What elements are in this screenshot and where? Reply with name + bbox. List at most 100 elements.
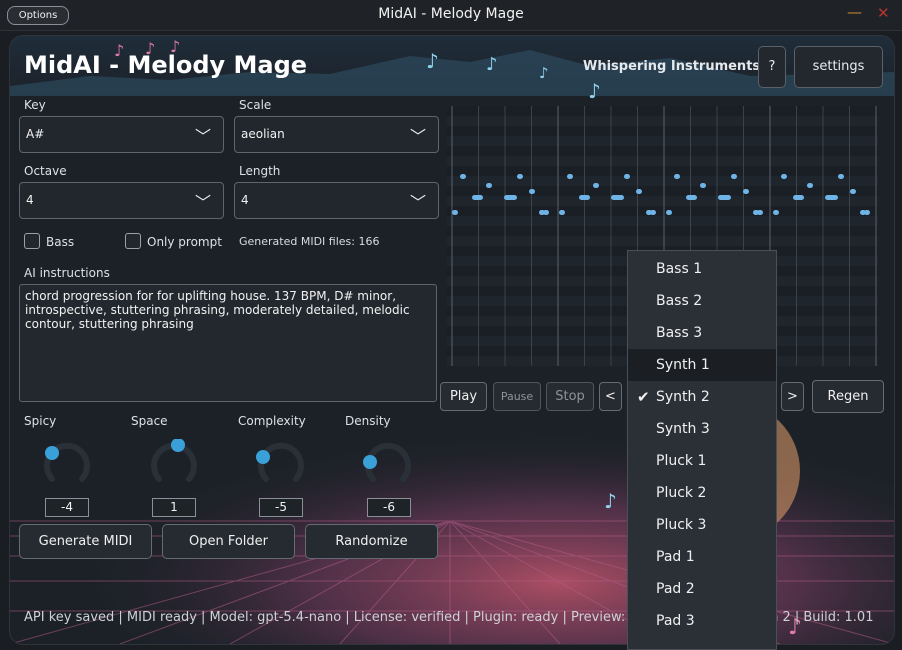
instrument-option[interactable]: Pad 1: [628, 541, 776, 573]
midi-note: [850, 189, 856, 194]
instrument-option-label: Bass 2: [656, 293, 703, 309]
stop-button[interactable]: Stop: [546, 382, 594, 411]
close-icon[interactable]: ✕: [877, 4, 890, 22]
density-value[interactable]: -6: [367, 498, 411, 517]
status-bar-right: th 2 | Build: 1.01: [765, 610, 873, 625]
midi-note: [472, 195, 483, 200]
svg-text:♪: ♪: [486, 54, 498, 75]
complexity-label: Complexity: [238, 414, 306, 428]
key-value: A#: [26, 127, 45, 141]
midi-note: [650, 210, 656, 215]
midi-note: [529, 189, 535, 194]
settings-button[interactable]: settings: [794, 46, 883, 88]
instrument-option[interactable]: Pluck 1: [628, 445, 776, 477]
midi-note: [773, 210, 779, 215]
spicy-value[interactable]: -4: [45, 498, 89, 517]
generate-midi-button[interactable]: Generate MIDI: [19, 524, 152, 559]
piano-roll-row: [447, 146, 878, 156]
key-label: Key: [24, 98, 46, 112]
svg-text:♪: ♪: [604, 489, 617, 513]
midi-note: [559, 210, 565, 215]
instrument-option[interactable]: Bass 2: [628, 285, 776, 317]
instrument-option-label: Pluck 1: [656, 453, 707, 469]
midi-note: [781, 174, 787, 179]
midi-note: [636, 189, 642, 194]
bass-checkbox-label: Bass: [46, 235, 75, 249]
midi-note: [543, 210, 549, 215]
key-select[interactable]: A# ﹀: [19, 116, 224, 153]
scale-label: Scale: [239, 98, 272, 112]
instrument-option[interactable]: Bass 1: [628, 253, 776, 285]
midi-note: [718, 195, 731, 200]
instrument-option-label: Pluck 3: [656, 517, 707, 533]
prev-button[interactable]: <: [599, 382, 622, 411]
svg-text:♪: ♪: [539, 64, 549, 82]
instrument-option[interactable]: Synth 3: [628, 413, 776, 445]
scale-value: aeolian: [241, 127, 285, 141]
instrument-option[interactable]: Pluck 2: [628, 477, 776, 509]
midi-note: [686, 195, 697, 200]
ai-instructions-label: AI instructions: [24, 266, 110, 280]
minimize-icon[interactable]: —: [847, 3, 862, 21]
midi-note: [674, 174, 680, 179]
instrument-option[interactable]: Pad 3: [628, 605, 776, 637]
bass-checkbox[interactable]: [24, 233, 40, 249]
piano-roll-row: [447, 136, 878, 146]
piano-roll-row: [447, 156, 878, 166]
midi-note: [504, 195, 517, 200]
instrument-option-label: Bass 1: [656, 261, 703, 277]
midi-note: [793, 195, 804, 200]
help-button[interactable]: ?: [758, 46, 786, 88]
instrument-option[interactable]: ✔ Synth 2: [628, 381, 776, 413]
svg-text:♪: ♪: [588, 79, 601, 103]
regen-button[interactable]: Regen: [812, 380, 884, 413]
instrument-option-overflow[interactable]: [628, 637, 776, 649]
spicy-label: Spicy: [24, 414, 57, 428]
only-prompt-checkbox[interactable]: [125, 233, 141, 249]
chevron-down-icon: ﹀: [194, 127, 211, 146]
length-label: Length: [239, 164, 281, 178]
play-button[interactable]: Play: [440, 382, 487, 411]
space-knob[interactable]: [149, 439, 199, 489]
chevron-down-icon: ﹀: [409, 193, 426, 212]
instrument-option[interactable]: Pluck 3: [628, 509, 776, 541]
generated-files-count: Generated MIDI files: 166: [239, 235, 380, 248]
piano-roll-row: [447, 226, 878, 236]
complexity-value[interactable]: -5: [259, 498, 303, 517]
checkmark-icon: ✔: [637, 388, 650, 406]
midi-note: [864, 210, 870, 215]
status-bar: API key saved | MIDI ready | Model: gpt-…: [24, 610, 650, 625]
pause-button[interactable]: Pause: [493, 382, 541, 411]
density-knob[interactable]: [363, 439, 413, 489]
ai-instructions-input[interactable]: chord progression for for uplifting hous…: [19, 284, 437, 402]
midi-note: [700, 183, 706, 188]
complexity-knob[interactable]: [256, 439, 306, 489]
density-label: Density: [345, 414, 391, 428]
midi-note: [460, 174, 466, 179]
instrument-dropdown[interactable]: Bass 1 Bass 2 Bass 3 Synth 1 ✔ Synth 2 Synth 3…: [627, 250, 777, 650]
instrument-option-label: Synth 2: [656, 389, 710, 405]
randomize-button[interactable]: Randomize: [305, 524, 438, 559]
instrument-option-label: Synth 1: [656, 357, 710, 373]
instrument-option[interactable]: Synth 1: [628, 349, 776, 381]
scale-select[interactable]: aeolian ﹀: [234, 116, 439, 153]
instrument-option[interactable]: Bass 3: [628, 317, 776, 349]
instrument-option-label: Bass 3: [656, 325, 703, 341]
octave-select[interactable]: 4 ﹀: [19, 182, 224, 219]
midi-note: [825, 195, 838, 200]
space-value[interactable]: 1: [152, 498, 196, 517]
only-prompt-label: Only prompt: [147, 235, 222, 249]
piano-roll-row: [447, 166, 878, 176]
midi-note: [486, 183, 492, 188]
instrument-option[interactable]: Pad 2: [628, 573, 776, 605]
instrument-option-label: Pad 3: [656, 613, 695, 629]
spicy-knob[interactable]: [42, 439, 92, 489]
instrument-option-label: Pad 1: [656, 549, 695, 565]
open-folder-button[interactable]: Open Folder: [162, 524, 295, 559]
midi-note: [666, 210, 672, 215]
piano-roll-row: [447, 186, 878, 196]
status-text-right: th 2 | Build: 1.01: [765, 610, 874, 625]
length-select[interactable]: 4 ﹀: [234, 182, 439, 219]
subtitle: Whispering Instruments: [583, 59, 761, 74]
next-button[interactable]: >: [781, 382, 804, 411]
